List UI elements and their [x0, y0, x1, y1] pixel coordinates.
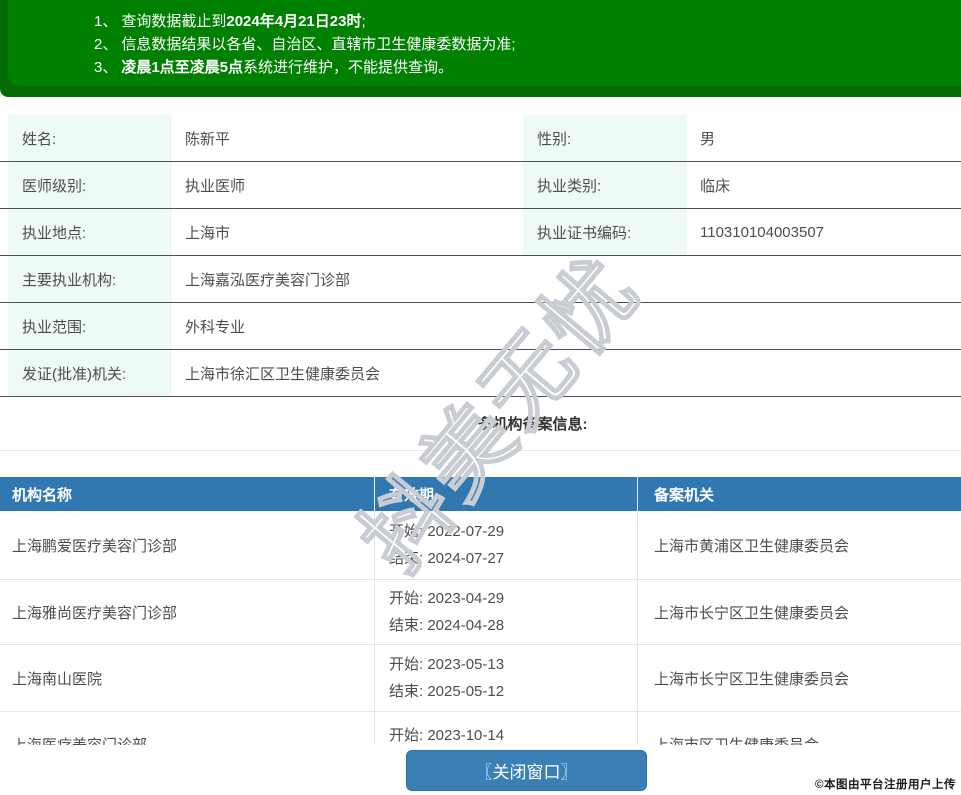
- field-issuing-authority-value: 上海市徐汇区卫生健康委员会: [185, 365, 381, 383]
- cell-validity: 开始: 2022-07-29 结束: 2024-07-27: [375, 511, 638, 579]
- validity-start: 开始: 2023-05-13: [389, 656, 505, 673]
- validity-start: 开始: 2022-07-29: [389, 523, 505, 540]
- notice-line-1-tail: ;: [361, 13, 366, 30]
- cell-institution: 上海鹏爱医疗美容门诊部: [0, 511, 375, 579]
- notice-line-2-text: 信息数据结果以各省、自治区、直辖市卫生健康委数据为准;: [121, 36, 516, 53]
- validity-start: 开始: 2023-04-29: [389, 590, 505, 607]
- info-row-name-gender: 姓名: 陈新平 性别: 男: [0, 115, 961, 162]
- notice-line-1: 1、 查询数据截止到2024年4月21日23时;: [94, 10, 961, 33]
- column-header-institution: 机构名称: [0, 477, 375, 511]
- validity-end: 结束: 2024-07-27: [389, 550, 505, 567]
- notice-line-2: 2、 信息数据结果以各省、自治区、直辖市卫生健康委数据为准;: [94, 33, 961, 56]
- cell-authority: 上海市长宁区卫生健康委员会: [654, 604, 850, 622]
- info-row-issuing-authority: 发证(批准)机关: 上海市徐汇区卫生健康委员会: [0, 350, 961, 397]
- practitioner-query-result-page: 1、 查询数据截止到2024年4月21日23时; 2、 信息数据结果以各省、自治区、…: [0, 0, 961, 795]
- column-header-validity: 有效期: [375, 477, 638, 511]
- field-practice-scope-label: 执业范围:: [8, 303, 172, 349]
- cell-institution: 上海南山医院: [0, 645, 375, 711]
- field-certificate-no-value: 110310104003507: [700, 223, 825, 241]
- field-practice-scope: 执业范围: 外科专业: [0, 303, 961, 349]
- field-name-label: 姓名:: [8, 115, 172, 161]
- validity-end: 结束: 2025-05-12: [389, 683, 505, 700]
- cell-institution: 上海雅尚医疗美容门诊部: [0, 580, 375, 644]
- field-certificate-no: 执业证书编码: 110310104003507: [520, 209, 961, 255]
- table-row: 上海鹏爱医疗美容门诊部 开始: 2022-07-29 结束: 2024-07-2…: [0, 511, 961, 580]
- section-title: 多机构备案信息:: [477, 416, 588, 433]
- field-doctor-level-value: 执业医师: [185, 177, 246, 195]
- column-header-authority: 备案机关: [654, 486, 715, 504]
- table-row: 上海南山医院 开始: 2023-05-13 结束: 2025-05-12 上海市…: [0, 645, 961, 712]
- field-main-institution-label: 主要执业机构:: [8, 256, 172, 302]
- validity-end: 结束: 2024-04-28: [389, 617, 505, 634]
- bottom-bar: 〖关闭窗口〗 ©本图由平台注册用户上传: [0, 745, 961, 795]
- close-window-button[interactable]: 〖关闭窗口〗: [406, 750, 647, 791]
- field-practice-location-value: 上海市: [185, 224, 231, 242]
- info-row-main-institution: 主要执业机构: 上海嘉泓医疗美容门诊部: [0, 256, 961, 303]
- field-main-institution: 主要执业机构: 上海嘉泓医疗美容门诊部: [0, 256, 961, 302]
- notice-line-1-bold: 2024年4月21日23时: [226, 13, 362, 30]
- field-issuing-authority-label: 发证(批准)机关:: [8, 350, 172, 396]
- field-practice-location-label: 执业地点:: [8, 209, 172, 255]
- table-row: 上海雅尚医疗美容门诊部 开始: 2023-04-29 结束: 2024-04-2…: [0, 580, 961, 645]
- multi-institution-section: 多机构备案信息:: [0, 397, 961, 451]
- field-certificate-no-label: 执业证书编码:: [523, 209, 687, 255]
- field-practice-category-label: 执业类别:: [523, 162, 687, 208]
- cell-authority: 上海市黄浦区卫生健康委员会: [654, 537, 850, 555]
- field-gender-label: 性别:: [523, 115, 687, 161]
- field-doctor-level: 医师级别: 执业医师: [0, 162, 520, 208]
- info-row-level-category: 医师级别: 执业医师 执业类别: 临床: [0, 162, 961, 209]
- field-practice-scope-value: 外科专业: [185, 318, 246, 336]
- field-practice-location: 执业地点: 上海市: [0, 209, 520, 255]
- notice-line-3-number: 3、: [94, 59, 118, 76]
- notice-line-3: 3、 凌晨1点至凌晨5点系统进行维护，不能提供查询。: [94, 56, 961, 79]
- notice-line-3-tail: 系统进行维护，不能提供查询。: [243, 59, 454, 76]
- field-issuing-authority: 发证(批准)机关: 上海市徐汇区卫生健康委员会: [0, 350, 961, 396]
- notice-banner-panel: 1、 查询数据截止到2024年4月21日23时; 2、 信息数据结果以各省、自治区、…: [8, 0, 961, 86]
- notice-line-1-number: 1、: [94, 13, 118, 30]
- notice-line-1-text: 查询数据截止到: [121, 13, 227, 30]
- cell-validity: 开始: 2023-04-29 结束: 2024-04-28: [375, 580, 638, 644]
- cell-validity: 开始: 2023-05-13 结束: 2025-05-12: [375, 645, 638, 711]
- info-row-location-certno: 执业地点: 上海市 执业证书编码: 110310104003507: [0, 209, 961, 256]
- copyright-watermark: ©本图由平台注册用户上传: [815, 779, 956, 791]
- field-gender-value: 男: [700, 130, 716, 148]
- field-practice-category: 执业类别: 临床: [520, 162, 961, 208]
- info-row-practice-scope: 执业范围: 外科专业: [0, 303, 961, 350]
- notice-line-2-number: 2、: [94, 36, 118, 53]
- field-name-value: 陈新平: [185, 130, 231, 148]
- field-doctor-level-label: 医师级别:: [8, 162, 172, 208]
- field-gender: 性别: 男: [520, 115, 961, 161]
- practitioner-info-table: 姓名: 陈新平 性别: 男 医师级别: 执业医师 执业类别: 临床 执业地点: …: [0, 115, 961, 397]
- notice-banner: 1、 查询数据截止到2024年4月21日23时; 2、 信息数据结果以各省、自治区、…: [0, 0, 961, 97]
- field-name: 姓名: 陈新平: [0, 115, 520, 161]
- cell-authority: 上海市长宁区卫生健康委员会: [654, 670, 850, 688]
- field-main-institution-value: 上海嘉泓医疗美容门诊部: [185, 271, 351, 289]
- notice-line-3-bold: 凌晨1点至凌晨5点: [121, 59, 244, 76]
- records-table-header: 机构名称 有效期 备案机关: [0, 477, 961, 511]
- field-practice-category-value: 临床: [700, 177, 731, 195]
